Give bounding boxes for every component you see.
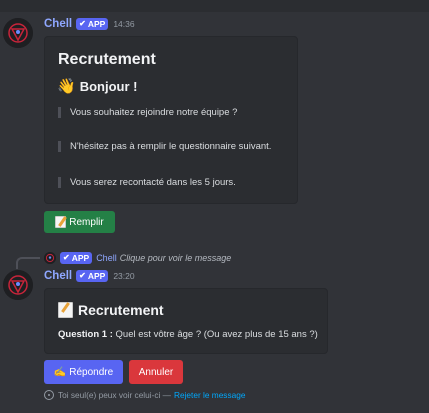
ephemeral-notice: Toi seul(e) peux voir celui-ci — Rejeter… — [44, 390, 245, 400]
cancel-button[interactable]: Annuler — [129, 360, 183, 384]
memo-icon — [55, 216, 67, 228]
embed-subtitle: Bonjour ! — [79, 79, 138, 94]
timestamp[interactable]: 23:20 — [113, 271, 134, 281]
embed-card: Recrutement Question 1 : Quel est vôtre … — [44, 288, 328, 354]
reply-button-label: Répondre — [69, 366, 114, 378]
bot-logo-icon — [44, 252, 56, 264]
bot-avatar[interactable] — [3, 270, 33, 300]
reply-avatar — [44, 252, 56, 264]
app-badge-label: APP — [71, 253, 90, 263]
verified-check-icon: ✔ — [79, 19, 86, 28]
writing-hand-icon: ✍ — [53, 366, 67, 378]
question-line: Question 1 : Quel est vôtre âge ? (Ou av… — [58, 329, 318, 340]
quote-line: N'hésitez pas à remplir le questionnaire… — [58, 141, 271, 152]
reply-connector — [16, 257, 40, 269]
app-badge-label: APP — [87, 271, 106, 281]
app-badge: ✔ APP — [60, 252, 93, 264]
waving-hand-icon: 👋 — [57, 78, 76, 95]
message-header: Chell ✔ APP 14:36 — [44, 18, 135, 30]
bot-avatar[interactable] — [3, 18, 33, 48]
reply-username[interactable]: Chell — [96, 253, 117, 263]
cancel-button-label: Annuler — [138, 366, 174, 378]
reply-reference[interactable]: ✔ APP Chell Clique pour voir le message — [44, 252, 231, 264]
timestamp[interactable]: 14:36 — [113, 19, 134, 29]
verified-check-icon: ✔ — [63, 253, 70, 262]
question-text: Quel est vôtre âge ? (Ou avez plus de 15… — [115, 329, 318, 340]
reply-button[interactable]: ✍ Répondre — [44, 360, 123, 384]
fill-button-label: Remplir — [69, 216, 104, 228]
username[interactable]: Chell — [44, 270, 72, 282]
previous-message-band — [0, 0, 429, 12]
message-header: Chell ✔ APP 23:20 — [44, 270, 135, 282]
reply-preview[interactable]: Clique pour voir le message — [120, 253, 232, 263]
fill-button[interactable]: Remplir — [44, 211, 115, 233]
username[interactable]: Chell — [44, 18, 72, 30]
app-badge-label: APP — [87, 19, 106, 29]
bot-logo-icon — [3, 270, 33, 300]
bot-logo-icon — [3, 18, 33, 48]
embed-title: Recrutement — [58, 51, 156, 68]
eye-icon — [44, 390, 54, 400]
ephemeral-text: Toi seul(e) peux voir celui-ci — — [58, 390, 171, 400]
embed-title-row: Recrutement — [58, 302, 164, 318]
dismiss-message-link[interactable]: Rejeter le message — [174, 390, 245, 400]
verified-check-icon: ✔ — [79, 271, 86, 280]
question-label: Question 1 : — [58, 329, 113, 340]
quote-line: Vous souhaitez rejoindre notre équipe ? — [58, 107, 237, 118]
embed-card: Recrutement 👋 Bonjour ! Vous souhaitez r… — [44, 36, 298, 204]
embed-title: Recrutement — [78, 302, 164, 318]
embed-subtitle-row: 👋 Bonjour ! — [57, 79, 137, 94]
memo-icon — [58, 302, 73, 318]
app-badge: ✔ APP — [76, 18, 109, 30]
quote-line: Vous serez recontacté dans les 5 jours. — [58, 177, 236, 188]
app-badge: ✔ APP — [76, 270, 109, 282]
